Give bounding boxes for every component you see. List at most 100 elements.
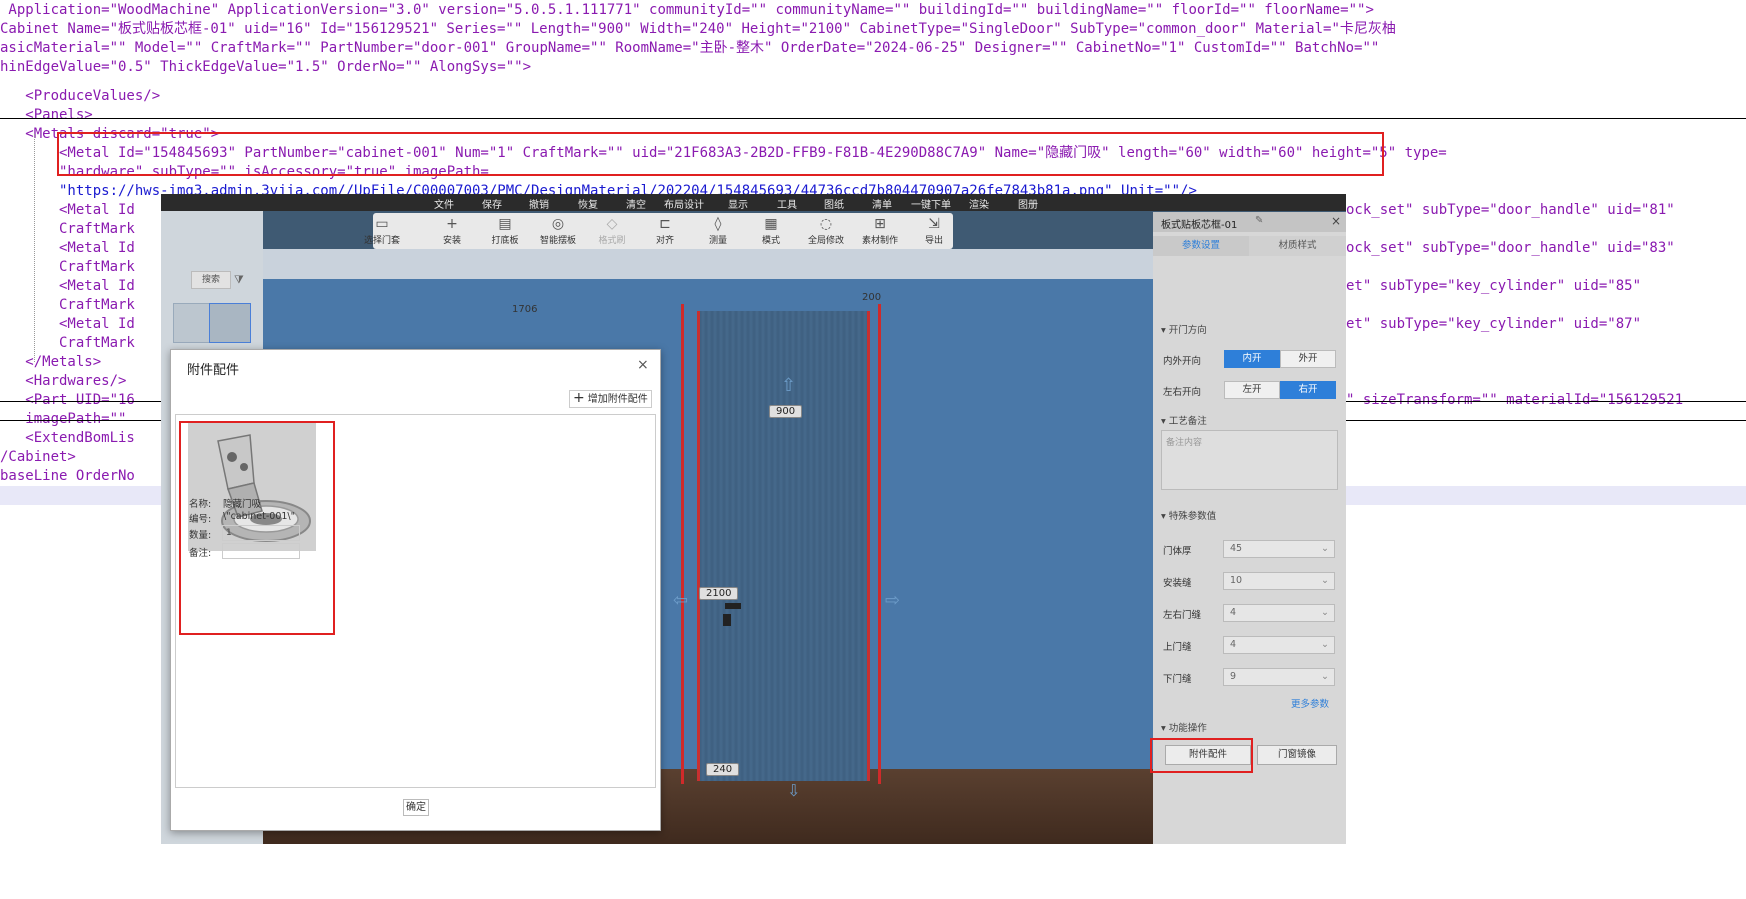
add-accessory-label: 增加附件配件 [587,394,648,405]
add-accessory-button[interactable]: + 增加附件配件 [569,390,652,408]
menu-item[interactable]: 清单 [872,196,892,211]
xml-line-fragment[interactable]: ock_set" subType="door_handle" uid="81" [1346,201,1675,220]
tab-material[interactable]: 材质样式 [1249,236,1346,256]
menu-item[interactable]: 显示 [728,196,748,211]
toolbar-button[interactable]: ▤ 打底板 [483,215,527,246]
open-inward-option[interactable]: 内开 [1224,350,1280,368]
xml-line[interactable]: CraftMark [0,296,135,315]
xml-line[interactable]: <ExtendBomLis [0,429,135,448]
menu-item[interactable]: 布局设计 [664,196,704,211]
menu-item[interactable]: 撤销 [529,196,549,211]
toolbar-button[interactable]: ▦ 模式 [749,215,793,246]
accessory-card-highlight [179,421,335,635]
param-select[interactable]: 4 ⌄ [1223,604,1335,622]
xml-line[interactable]: CraftMark [0,334,135,353]
param-value: 45 [1230,543,1243,554]
menu-item[interactable]: 保存 [482,196,502,211]
xml-line[interactable]: <Hardwares/> [0,372,126,391]
section-functions[interactable]: ▾ 功能操作 [1161,720,1207,734]
filter-icon[interactable]: ⧩ [234,273,244,287]
menu-item[interactable]: 恢复 [578,196,598,211]
toolbar-button[interactable]: ◌ 全局修改 [804,215,848,246]
xml-line[interactable]: Cabinet Name="板式贴板芯框-01" uid="16" Id="15… [0,20,1396,39]
tab-params[interactable]: 参数设置 [1153,236,1249,256]
arrow-down-icon[interactable]: ⇩ [787,781,800,800]
open-left-option[interactable]: 左开 [1224,381,1280,399]
toolbar-button[interactable]: ⊏ 对齐 [643,215,687,246]
toolbar-button[interactable]: ◊ 测量 [696,215,740,246]
param-value: 4 [1230,607,1237,618]
ok-button[interactable]: 确定 [403,799,429,816]
xml-line[interactable]: CraftMark [0,258,135,277]
toolbar-button[interactable]: ▭ 选择门套 [360,215,404,246]
close-icon[interactable]: × [1331,214,1341,228]
accessory-button-highlight [1150,738,1253,773]
open-right-option[interactable]: 右开 [1280,381,1336,399]
search-button[interactable]: 搜索 [191,271,231,289]
toolbar-button[interactable]: ⊞ 素材制作 [858,215,902,246]
menu-item[interactable]: 文件 [434,196,454,211]
dim-label-height[interactable]: 2100 [699,587,739,600]
fold-divider [0,118,1746,119]
xml-line[interactable]: CraftMark [0,220,135,239]
mirror-button[interactable]: 门窗镜像 [1257,745,1337,765]
xml-line[interactable]: baseLine OrderNo [0,467,135,486]
param-select[interactable]: 9 ⌄ [1223,668,1335,686]
toolbar-label: 对齐 [655,236,674,246]
open-inout-label: 内外开向 [1163,356,1202,367]
param-select[interactable]: 10 ⌄ [1223,572,1335,590]
menu-item[interactable]: 渲染 [969,196,989,211]
arrow-left-icon[interactable]: ⇦ [673,590,688,611]
xml-line[interactable]: Application="WoodMachine" ApplicationVer… [0,1,1373,20]
menu-item[interactable]: 图册 [1018,196,1038,211]
xml-line[interactable]: <Metal Id [0,277,135,296]
menu-item[interactable]: 图纸 [824,196,844,211]
note-textarea[interactable]: 备注内容 [1161,430,1338,490]
param-value: 9 [1230,671,1237,682]
menu-item[interactable]: 清空 [626,196,646,211]
dim-label-width[interactable]: 900 [769,405,803,418]
toolbar-label: 模式 [761,236,780,246]
xml-line[interactable]: asicMaterial="" Model="" CraftMark="" Pa… [0,39,1379,58]
section-open-direction[interactable]: ▾ 开门方向 [1161,322,1207,336]
xml-line[interactable]: <ProduceValues/> [0,87,160,106]
xml-line-fragment[interactable]: et" subType="key_cylinder" uid="87" [1346,315,1641,334]
section-craft-note[interactable]: ▾ 工艺备注 [1161,413,1207,427]
toolbar-button[interactable]: ◇ 格式刷 [590,215,634,246]
xml-line[interactable]: /Cabinet> [0,448,76,467]
xml-line[interactable]: <Metal Id [0,201,135,220]
xml-line[interactable]: </Metals> [0,353,101,372]
xml-line[interactable]: <Metal Id [0,315,135,334]
indent-guide [34,134,36,362]
menu-item[interactable]: 一键下单 [911,196,951,211]
edit-icon[interactable]: ✎ [1255,215,1263,226]
more-params-link[interactable]: 更多参数 [1291,696,1329,710]
align-icon: ⊏ [659,216,671,232]
param-label: 上门缝 [1163,642,1192,653]
arrow-up-icon[interactable]: ⇧ [781,375,796,396]
xml-line[interactable]: <Metal Id [0,239,135,258]
toolbar-button[interactable]: ◎ 智能摆板 [536,215,580,246]
global-edit-icon: ◌ [819,216,833,232]
key-cylinder [723,614,731,626]
dialog-title: 附件配件 [187,363,240,378]
menu-bar [161,194,1346,211]
arrow-right-icon[interactable]: ⇨ [885,590,900,611]
xml-line[interactable]: <Panels> [0,106,92,125]
toolbar-button[interactable]: + 安装 [430,215,474,246]
menu-item[interactable]: 工具 [777,196,797,211]
toolbar-label: 选择门套 [363,236,400,246]
dim-label-depth[interactable]: 240 [706,763,740,776]
toolbar-label: 格式刷 [598,236,626,246]
smart-board-icon: ◎ [551,216,565,232]
xml-line-fragment[interactable]: ock_set" subType="door_handle" uid="83" [1346,239,1675,258]
toolbar-button[interactable]: ⇲ 导出 [912,215,956,246]
param-select[interactable]: 45 ⌄ [1223,540,1335,558]
close-icon[interactable]: × [637,357,649,373]
param-select[interactable]: 4 ⌄ [1223,636,1335,654]
xml-line[interactable]: hinEdgeValue="0.5" ThickEdgeValue="1.5" … [0,58,531,77]
thumbnail[interactable] [209,303,251,343]
xml-line-fragment[interactable]: et" subType="key_cylinder" uid="85" [1346,277,1641,296]
section-special-params[interactable]: ▾ 特殊参数值 [1161,508,1216,522]
open-outward-option[interactable]: 外开 [1280,350,1336,368]
